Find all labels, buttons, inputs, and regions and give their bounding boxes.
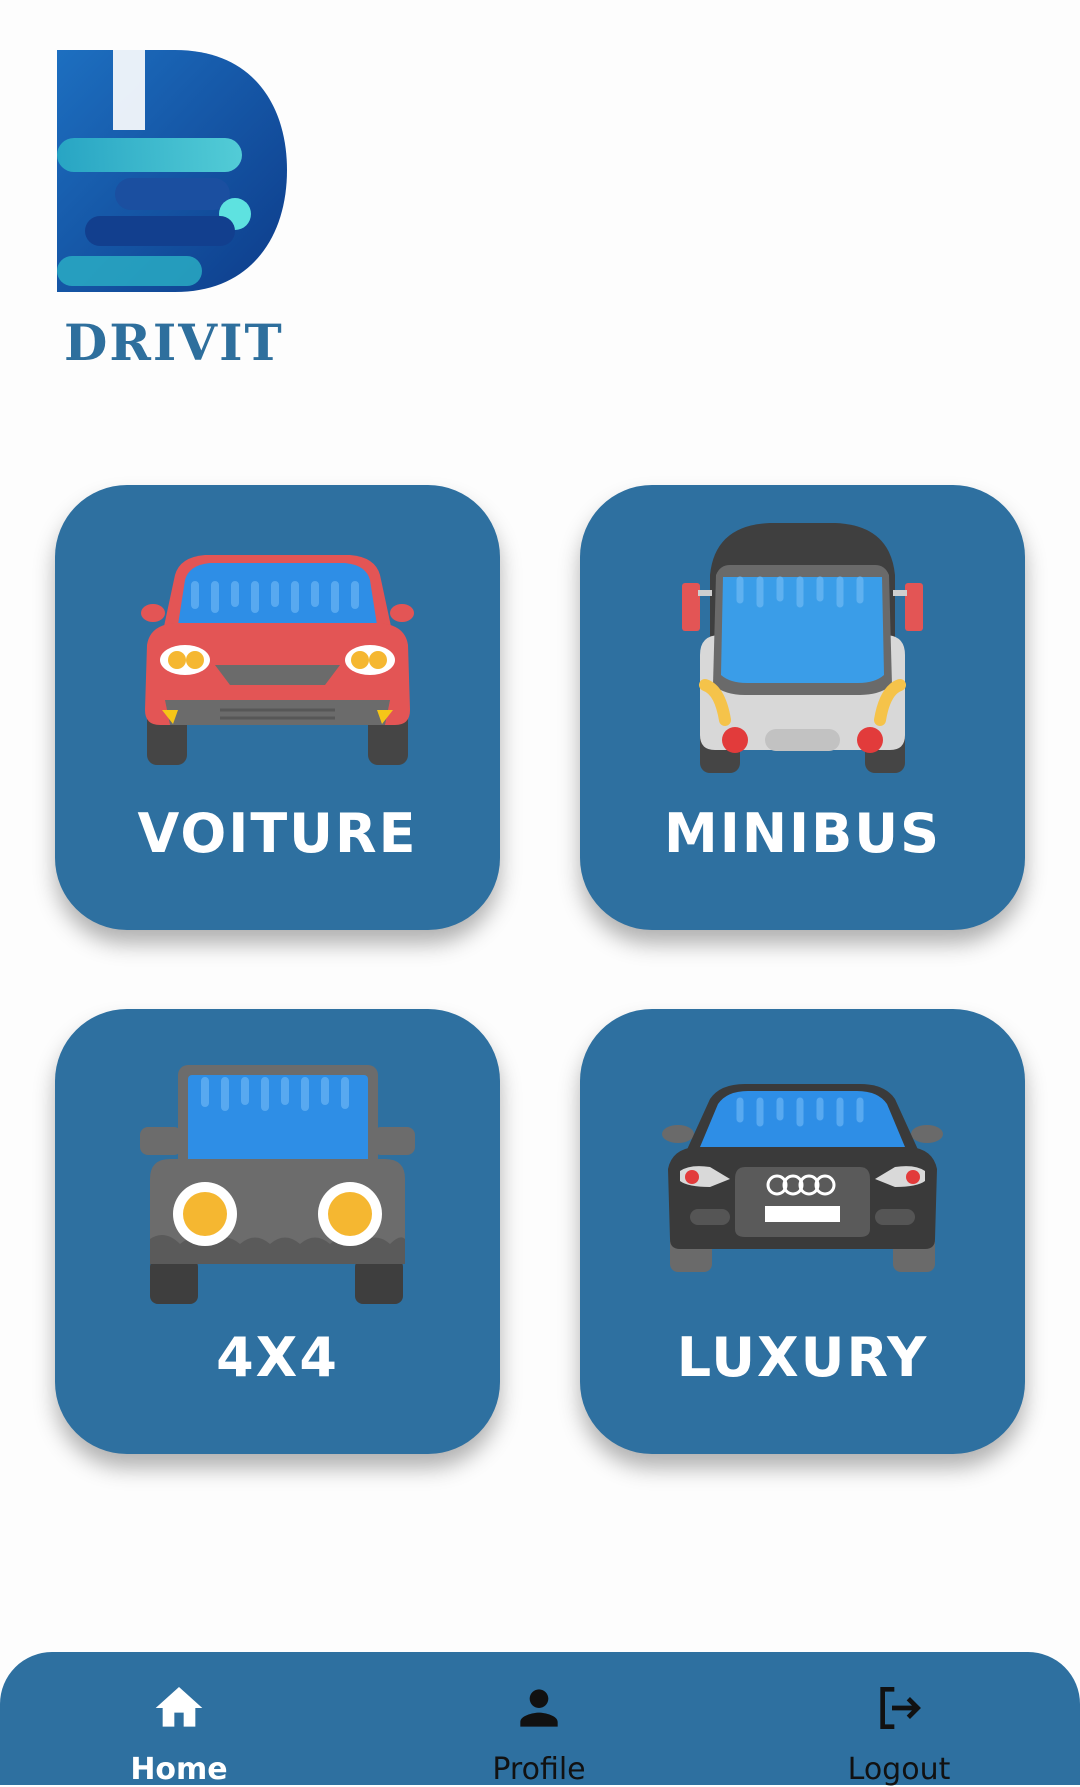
nav-profile[interactable]: Profile [439, 1652, 639, 1785]
nav-logout-label: Logout [847, 1752, 951, 1787]
category-card-minibus[interactable]: MINIBUS [580, 485, 1025, 930]
logout-icon [880, 1687, 921, 1729]
logo-text: DRIVIT [64, 313, 284, 372]
nav-logout[interactable]: Logout [799, 1652, 999, 1785]
person-icon [520, 1689, 558, 1727]
drivit-logo: DRIVIT [55, 48, 295, 378]
bottom-navigation: Home Profile Logout [0, 1652, 1080, 1785]
category-card-voiture[interactable]: VOITURE [55, 485, 500, 930]
nav-home[interactable]: Home [79, 1652, 279, 1785]
drivit-logo-mark [57, 50, 287, 292]
nav-home-label: Home [130, 1752, 228, 1787]
category-card-luxury[interactable]: LUXURY [580, 1009, 1025, 1454]
category-label: VOITURE [137, 802, 418, 865]
nav-profile-label: Profile [492, 1752, 586, 1787]
category-label: LUXURY [676, 1326, 929, 1389]
category-card-4x4[interactable]: 4X4 [55, 1009, 500, 1454]
home-icon [155, 1687, 203, 1727]
category-label: 4X4 [216, 1326, 339, 1389]
category-label: MINIBUS [663, 802, 941, 865]
